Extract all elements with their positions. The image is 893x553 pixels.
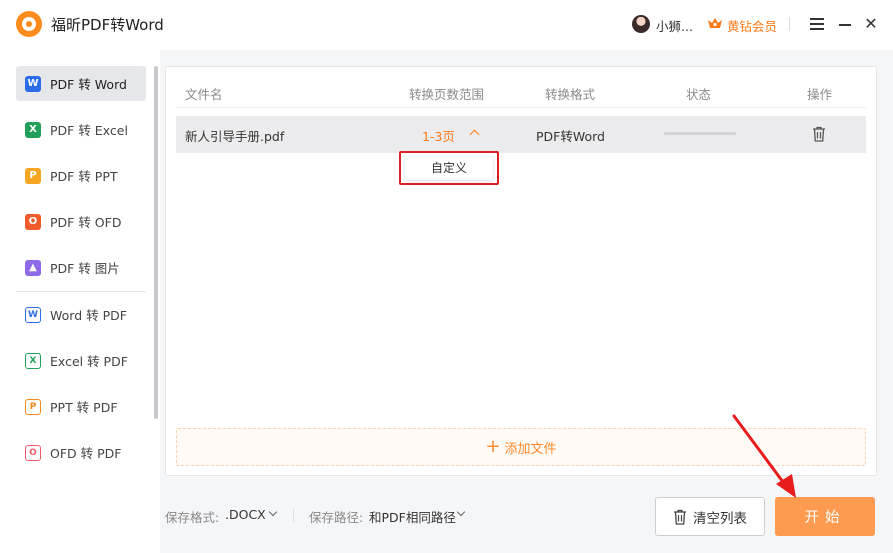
sidebar-item-5[interactable]: ▲ PDF 转 图片 (16, 250, 146, 285)
ppt-outline-icon: P (25, 398, 41, 415)
chevron-up-icon[interactable] (469, 129, 480, 140)
column-header-action: 操作 (807, 87, 833, 102)
custom-range-option[interactable]: 自定义 (405, 156, 493, 180)
avatar[interactable] (632, 15, 650, 33)
clear-list-label: 清空列表 (693, 510, 747, 527)
sidebar-item-6[interactable]: W Word 转 PDF (16, 297, 146, 332)
sidebar-item-7[interactable]: X Excel 转 PDF (16, 343, 146, 378)
sidebar-item-4[interactable]: O PDF 转 OFD (16, 204, 146, 239)
excel-icon: X (25, 121, 41, 138)
start-button[interactable]: 开始 (775, 497, 875, 536)
file-list-panel: 文件名 转换页数范围 转换格式 状态 操作 新人引导手册.pdf 1-3页 PD… (165, 66, 877, 476)
image-icon: ▲ (25, 259, 41, 276)
bottom-divider (293, 508, 294, 522)
column-header-status: 状态 (686, 87, 712, 102)
page-range-select[interactable]: 1-3页 (422, 126, 455, 145)
sidebar-item-3[interactable]: P PDF 转 PPT (16, 158, 146, 193)
trash-icon[interactable] (812, 126, 826, 142)
save-format-label: 保存格式: (165, 510, 220, 525)
ppt-icon: P (25, 167, 41, 184)
sidebar-item-1[interactable]: W PDF 转 Word (16, 66, 146, 101)
word-outline-icon: W (25, 306, 41, 323)
column-header-format: 转换格式 (545, 87, 596, 102)
menu-icon[interactable] (810, 18, 824, 30)
excel-outline-icon: X (25, 352, 41, 369)
chevron-down-icon[interactable] (268, 507, 278, 517)
sidebar-item-label: Excel 转 PDF (50, 354, 128, 369)
app-title: 福昕PDF转Word (51, 16, 164, 34)
title-divider (789, 17, 790, 31)
file-name: 新人引导手册.pdf (185, 129, 285, 144)
sidebar-item-9[interactable]: O OFD 转 PDF (16, 435, 146, 470)
header-divider (176, 107, 866, 108)
user-name[interactable]: 小狮... (656, 16, 693, 35)
crown-icon[interactable] (707, 16, 723, 30)
sidebar-item-8[interactable]: P PPT 转 PDF (16, 389, 146, 424)
add-file-button[interactable]: + 添加文件 (176, 428, 866, 466)
sidebar-item-label: PDF 转 Excel (50, 123, 128, 138)
add-file-label: 添加文件 (504, 441, 557, 457)
save-path-select[interactable]: 和PDF相同路径 (369, 507, 456, 526)
sidebar-item-label: PDF 转 PPT (50, 169, 118, 184)
ofd-outline-icon: O (25, 444, 41, 461)
save-format-select[interactable]: .DOCX (225, 507, 266, 522)
word-icon: W (25, 75, 41, 92)
column-header-range: 转换页数范围 (409, 87, 485, 102)
status-progress-bar (664, 132, 736, 135)
sidebar-item-label: OFD 转 PDF (50, 446, 122, 461)
sidebar-item-label: PPT 转 PDF (50, 400, 118, 415)
sidebar-divider (16, 291, 146, 292)
app-logo-icon (16, 11, 42, 37)
sidebar-item-label: Word 转 PDF (50, 308, 127, 323)
save-path-label: 保存路径: (309, 510, 364, 525)
page-range-dropdown: 自定义 (399, 151, 499, 185)
column-header-name: 文件名 (185, 87, 223, 102)
title-bar: 福昕PDF转Word 小狮... 黄钻会员 ✕ (0, 0, 893, 50)
plus-icon: + (485, 436, 501, 457)
sidebar-item-label: PDF 转 OFD (50, 215, 122, 230)
sidebar-item-label: PDF 转 图片 (50, 261, 120, 276)
convert-format: PDF转Word (536, 129, 605, 144)
sidebar-item-2[interactable]: X PDF 转 Excel (16, 112, 146, 147)
vip-member-link[interactable]: 黄钻会员 (727, 16, 777, 35)
sidebar-scrollbar[interactable] (154, 66, 158, 419)
trash-icon (674, 509, 686, 525)
clear-list-button[interactable]: 清空列表 (655, 497, 765, 536)
sidebar-item-label: PDF 转 Word (50, 77, 127, 92)
close-icon[interactable]: ✕ (864, 16, 878, 32)
chevron-down-icon[interactable] (456, 507, 466, 517)
table-row[interactable]: 新人引导手册.pdf 1-3页 PDF转Word (176, 116, 866, 153)
minimize-icon[interactable] (839, 24, 851, 26)
ofd-icon: O (25, 213, 41, 230)
